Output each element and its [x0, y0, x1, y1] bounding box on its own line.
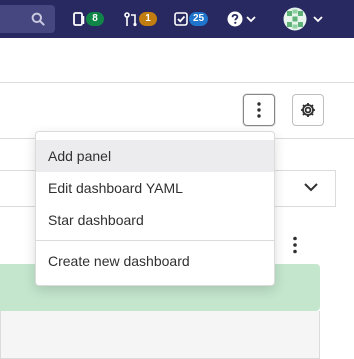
- help-dropdown[interactable]: [227, 9, 256, 29]
- menu-item-add-panel[interactable]: Add panel: [36, 140, 274, 172]
- menu-item-star-dashboard[interactable]: Star dashboard: [36, 204, 274, 236]
- chevron-down-icon: [246, 16, 256, 23]
- todos-nav[interactable]: 25: [174, 9, 209, 29]
- user-dropdown[interactable]: [283, 7, 323, 31]
- menu-divider: [36, 240, 274, 241]
- panel-actions-icon[interactable]: [290, 236, 300, 254]
- menu-item-create-new-dashboard[interactable]: Create new dashboard: [36, 245, 274, 277]
- search-icon: [31, 12, 45, 26]
- chevron-down-icon: [313, 16, 323, 23]
- panel-body: [0, 311, 320, 359]
- chevron-down-icon[interactable]: [303, 181, 319, 193]
- todo-icon: [174, 12, 188, 26]
- kebab-icon: [257, 102, 261, 118]
- gear-icon: [301, 103, 315, 117]
- menu-item-edit-dashboard-yaml[interactable]: Edit dashboard YAML: [36, 172, 274, 204]
- header-divider: [0, 82, 354, 83]
- dashboard-actions-button[interactable]: [243, 94, 275, 126]
- issues-icon: [73, 12, 85, 26]
- top-navbar: 8 1 25: [0, 0, 354, 38]
- issues-count-badge: 8: [86, 12, 104, 26]
- merge-requests-count-badge: 1: [139, 12, 157, 26]
- group-header-edge: [335, 170, 336, 207]
- settings-button[interactable]: [292, 94, 324, 126]
- todos-count-badge: 25: [189, 12, 209, 26]
- avatar: [283, 7, 307, 31]
- merge-request-icon: [124, 11, 137, 26]
- search-box[interactable]: [0, 5, 55, 33]
- help-icon: [227, 11, 243, 27]
- merge-requests-nav[interactable]: 1: [124, 9, 157, 29]
- issues-nav[interactable]: 8: [73, 9, 104, 29]
- dashboard-actions-menu: Add panel Edit dashboard YAML Star dashb…: [35, 131, 275, 286]
